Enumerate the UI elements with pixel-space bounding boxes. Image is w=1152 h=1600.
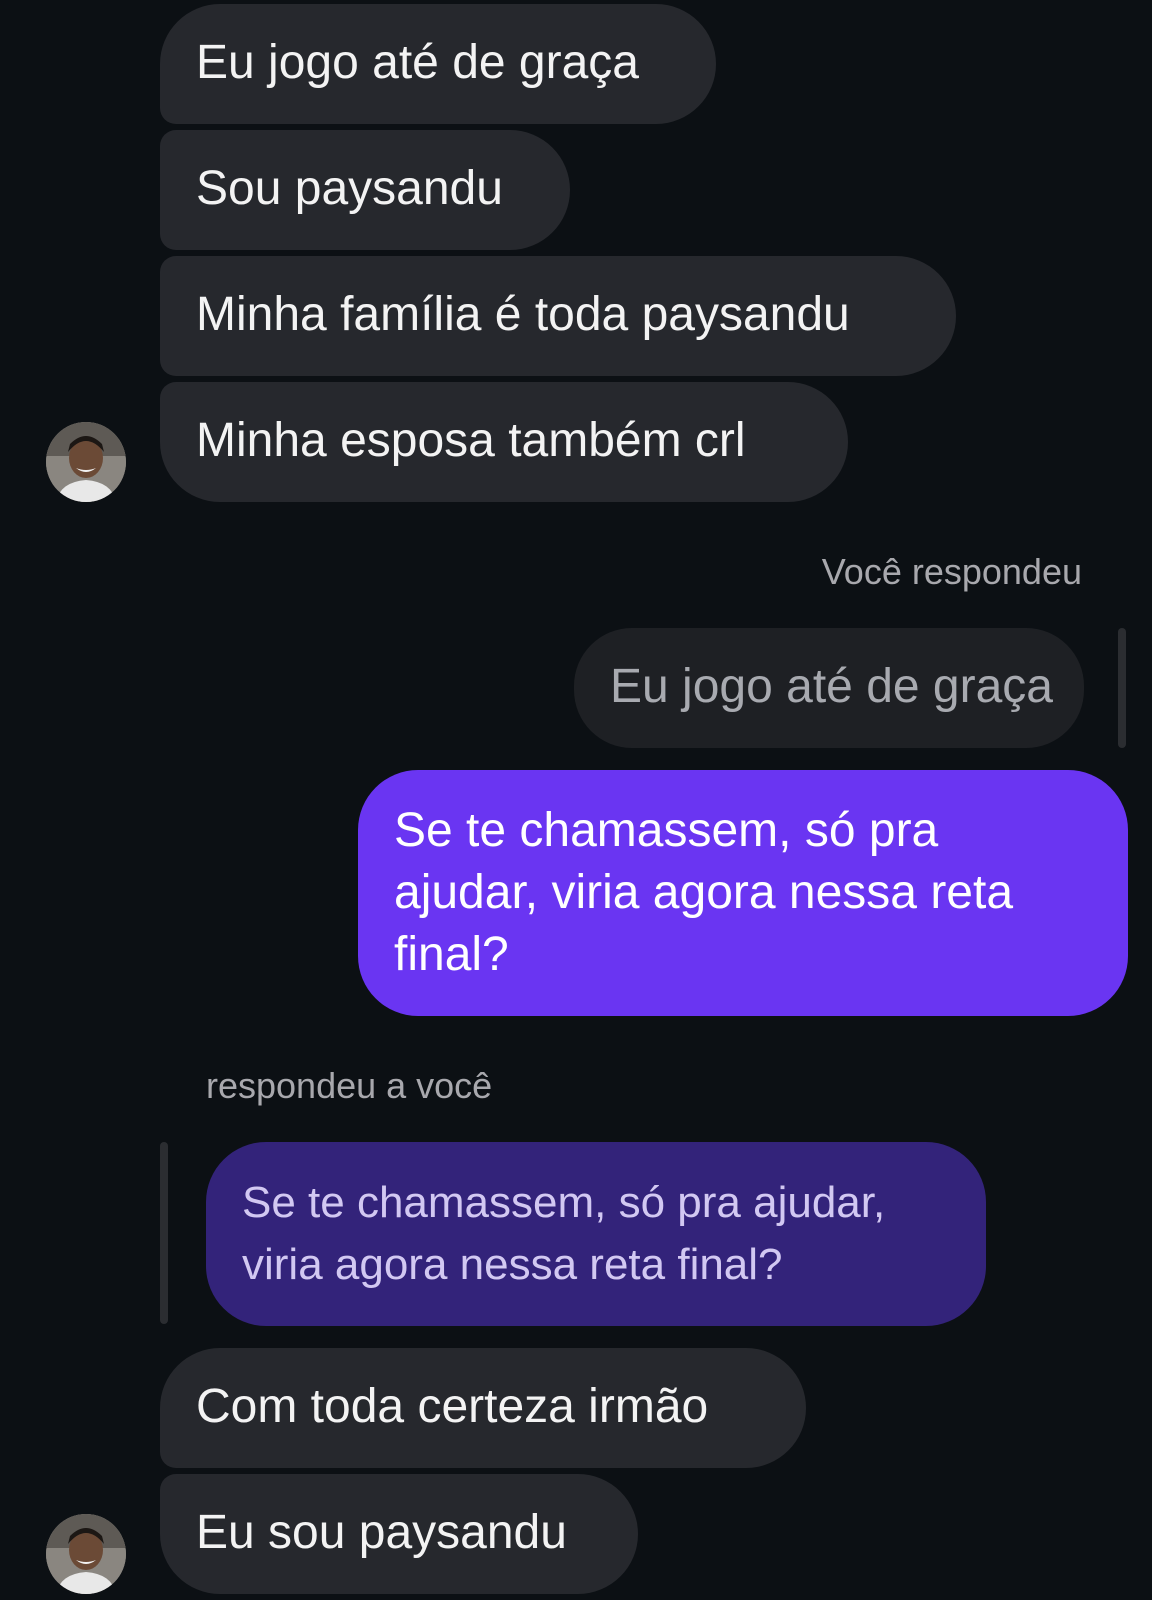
incoming-message[interactable]: Eu sou paysandu [160, 1474, 638, 1594]
contact-avatar[interactable] [46, 1514, 126, 1594]
avatar-photo-icon [46, 422, 126, 502]
incoming-message[interactable]: Minha esposa também crl [160, 382, 848, 502]
message-text: Sou paysandu [196, 162, 503, 215]
you-replied-label: Você respondeu [821, 551, 1082, 592]
incoming-message[interactable]: Minha família é toda paysandu [160, 256, 956, 376]
message-text: Com toda certeza irmão [196, 1380, 709, 1433]
quoted-text: Eu jogo até de graça [610, 660, 1053, 713]
message-text: Eu jogo até de graça [196, 36, 639, 89]
message-text: Minha esposa também crl [196, 414, 746, 467]
replied-to-you-label: respondeu a você [206, 1065, 493, 1106]
message-text: Eu sou paysandu [196, 1506, 567, 1559]
quoted-message[interactable]: Se te chamassem, só pra ajudar, viria ag… [206, 1142, 986, 1326]
message-text: Minha família é toda paysandu [196, 288, 850, 341]
incoming-message[interactable]: Com toda certeza irmão [160, 1348, 806, 1468]
quoted-message[interactable]: Eu jogo até de graça [574, 628, 1084, 748]
outgoing-message[interactable]: Se te chamassem, só pra ajudar, viria ag… [358, 770, 1128, 1016]
incoming-message[interactable]: Sou paysandu [160, 130, 570, 250]
contact-avatar[interactable] [46, 422, 126, 502]
message-text: Se te chamassem, só pra ajudar, viria ag… [394, 804, 1014, 981]
avatar-photo-icon [46, 1514, 126, 1594]
reply-indicator-bar [1118, 628, 1126, 748]
quoted-text: Se te chamassem, só pra ajudar, viria ag… [242, 1178, 886, 1289]
reply-indicator-bar [160, 1142, 168, 1324]
incoming-message[interactable]: Eu jogo até de graça [160, 4, 716, 124]
